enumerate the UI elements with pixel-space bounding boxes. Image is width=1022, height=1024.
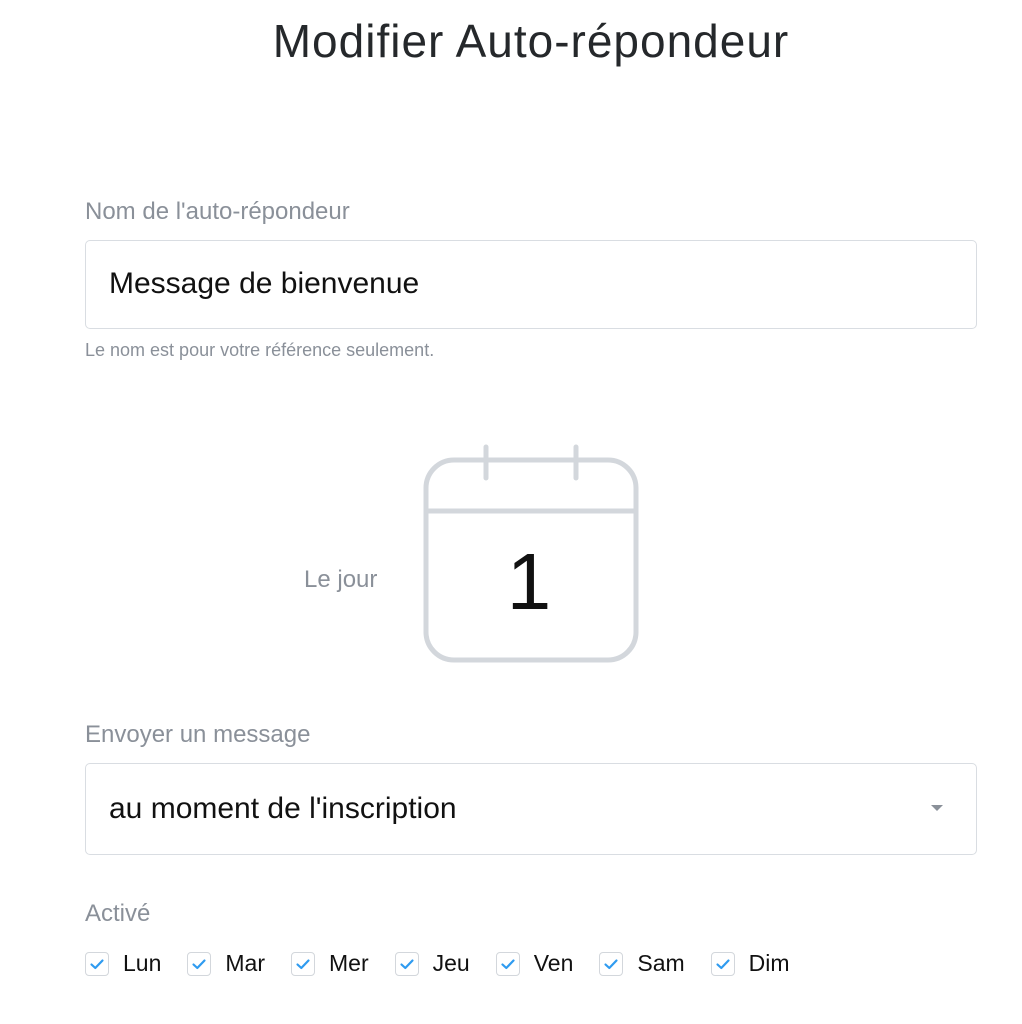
check-icon [501, 958, 515, 969]
check-icon [604, 958, 618, 969]
day-number: 1 [506, 537, 552, 626]
active-label: Activé [85, 900, 151, 927]
active-days: Lun Mar Mer Jeu Ven Sam Dim [85, 950, 816, 977]
day-checkbox-sam[interactable]: Sam [599, 950, 685, 977]
checkbox[interactable] [291, 951, 315, 976]
check-icon [400, 958, 414, 969]
day-checkbox-lun[interactable]: Lun [85, 950, 161, 977]
page-title: Modifier Auto-répondeur [272, 15, 790, 67]
check-icon [716, 958, 730, 969]
day-checkbox-jeu[interactable]: Jeu [394, 950, 470, 977]
day-checkbox-ven[interactable]: Ven [495, 950, 574, 977]
autoresponder-name-value: Message de bienvenue [109, 267, 420, 300]
day-label-lun: Lun [123, 950, 162, 976]
day-label-dim: Dim [748, 950, 790, 976]
day-label-mar: Mar [225, 950, 265, 976]
checkbox[interactable] [85, 951, 109, 976]
checkbox[interactable] [394, 951, 419, 976]
send-message-value: au moment de l'inscription [109, 792, 457, 825]
name-helper-text: Le nom est pour votre référence seulemen… [85, 340, 435, 360]
day-label-jeu: Jeu [432, 950, 470, 976]
day-checkbox-dim[interactable]: Dim [710, 950, 790, 977]
chevron-down-icon [931, 805, 943, 811]
check-icon [90, 958, 104, 969]
day-checkbox-mar[interactable]: Mar [187, 950, 265, 977]
day-checkbox-mer[interactable]: Mer [291, 950, 369, 977]
checkbox[interactable] [599, 951, 624, 976]
day-label: Le jour [304, 566, 378, 593]
day-label-ven: Ven [533, 950, 574, 976]
day-label-sam: Sam [637, 950, 685, 976]
day-label-mer: Mer [329, 950, 369, 976]
autoresponder-name-input[interactable]: Message de bienvenue [85, 240, 977, 329]
send-message-label: Envoyer un message [85, 721, 311, 748]
send-message-select[interactable]: au moment de l'inscription [85, 763, 977, 855]
checkbox[interactable] [187, 951, 212, 976]
check-icon [192, 958, 206, 969]
checkbox[interactable] [495, 951, 520, 976]
autoresponder-name-label: Nom de l'auto-répondeur [85, 198, 350, 225]
check-icon [296, 958, 310, 969]
checkbox[interactable] [710, 951, 735, 976]
